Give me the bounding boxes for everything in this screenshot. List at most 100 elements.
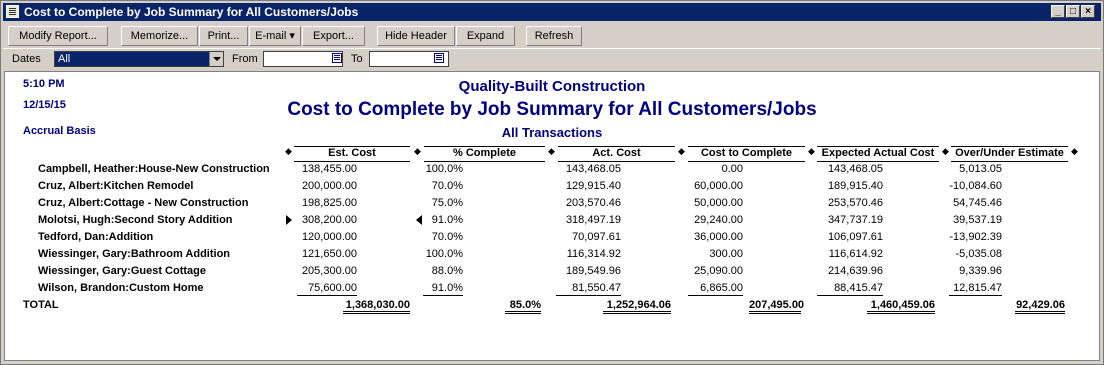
close-icon[interactable]: ×: [1081, 5, 1095, 18]
column-header-act-cost[interactable]: Act. Cost: [558, 146, 675, 162]
table-row[interactable]: Wiessinger, Gary:Guest Cottage 205,300.0…: [5, 263, 1099, 280]
cell-expected-actual-cost: 214,639.96: [827, 265, 883, 277]
cell-over-under: 54,745.46: [953, 197, 1002, 209]
cell-expected-actual-cost: 88,415.47: [817, 282, 883, 296]
report-toolbar: Modify Report... Memorize... Print... E-…: [3, 25, 1101, 47]
refresh-button[interactable]: Refresh: [526, 26, 582, 46]
row-job-name: Tedford, Dan:Addition: [38, 231, 154, 243]
row-job-name: Cruz, Albert:Kitchen Remodel: [38, 180, 194, 192]
cell-act-cost: 81,550.47: [556, 282, 621, 296]
cell-expected-actual-cost: 106,097.61: [827, 231, 883, 243]
row-marker-right-icon: [286, 215, 292, 225]
row-job-name: Wilson, Brandon:Custom Home: [38, 282, 204, 294]
cell-over-under: 12,815.47: [949, 282, 1002, 296]
hide-header-button[interactable]: Hide Header: [377, 26, 455, 46]
cell-pct-complete: 100.0%: [425, 248, 463, 260]
column-header-expected-actual-cost[interactable]: Expected Actual Cost: [817, 146, 939, 162]
column-diamond-icon[interactable]: ◆: [942, 146, 949, 157]
modify-report-button[interactable]: Modify Report...: [8, 26, 108, 46]
chevron-down-icon[interactable]: [209, 52, 223, 66]
cell-act-cost: 189,549.96: [565, 265, 621, 277]
cell-pct-complete: 88.0%: [431, 265, 463, 277]
report-title: Cost to Complete by Job Summary for All …: [287, 99, 817, 120]
table-row[interactable]: Campbell, Heather:House-New Construction…: [5, 161, 1099, 178]
cell-est-cost: 308,200.00: [301, 214, 357, 226]
total-over-under: 92,429.06: [1015, 299, 1065, 314]
print-button[interactable]: Print...: [199, 26, 248, 46]
total-label: TOTAL: [23, 299, 59, 311]
cell-pct-complete: 70.0%: [431, 180, 463, 192]
dates-label: Dates: [12, 53, 41, 65]
title-bar: Cost to Complete by Job Summary for All …: [3, 3, 1101, 21]
cell-cost-to-complete: 6,865.00: [688, 282, 743, 296]
column-diamond-icon[interactable]: ◆: [808, 146, 815, 157]
row-job-name: Molotsi, Hugh:Second Story Addition: [38, 214, 233, 226]
cell-pct-complete: 70.0%: [431, 231, 463, 243]
cell-act-cost: 203,570.46: [565, 197, 621, 209]
table-row[interactable]: Tedford, Dan:Addition 120,000.00 70.0% 7…: [5, 229, 1099, 246]
report-window-icon: [6, 5, 19, 18]
cell-cost-to-complete: 36,000.00: [694, 231, 743, 243]
calendar-icon[interactable]: [332, 53, 342, 63]
column-diamond-icon[interactable]: ◆: [414, 146, 421, 157]
column-header-over-under[interactable]: Over/Under Estimate: [951, 146, 1068, 162]
cell-expected-actual-cost: 189,915.40: [827, 180, 883, 192]
total-cost-to-complete: 207,495.00: [749, 299, 804, 314]
report-subtitle: All Transactions: [501, 125, 603, 140]
total-expected-actual-cost: 1,460,459.06: [867, 299, 935, 314]
cell-act-cost: 129,915.40: [565, 180, 621, 192]
cell-expected-actual-cost: 347,737.19: [827, 214, 883, 226]
table-row[interactable]: Cruz, Albert:Cottage - New Construction …: [5, 195, 1099, 212]
column-diamond-icon[interactable]: ◆: [678, 146, 685, 157]
restore-icon[interactable]: □: [1066, 5, 1080, 18]
cell-act-cost: 143,468.05: [565, 163, 621, 175]
column-header-est-cost[interactable]: Est. Cost: [294, 146, 410, 162]
cell-cost-to-complete: 25,090.00: [694, 265, 743, 277]
email-button[interactable]: E-mail ▾: [249, 26, 301, 46]
to-label: To: [351, 53, 363, 65]
row-job-name: Campbell, Heather:House-New Construction: [38, 163, 270, 175]
column-diamond-icon[interactable]: ◆: [285, 146, 292, 157]
dates-select[interactable]: All: [54, 51, 224, 67]
cell-est-cost: 121,650.00: [301, 248, 357, 260]
column-diamond-icon[interactable]: ◆: [548, 146, 555, 157]
cell-expected-actual-cost: 253,570.46: [827, 197, 883, 209]
column-header-cost-to-complete[interactable]: Cost to Complete: [688, 146, 805, 162]
cell-over-under: -13,902.39: [949, 231, 1002, 243]
cell-est-cost: 120,000.00: [301, 231, 357, 243]
column-header-pct-complete[interactable]: % Complete: [424, 146, 545, 162]
from-date-field[interactable]: [263, 51, 343, 67]
table-row[interactable]: Wiessinger, Gary:Bathroom Addition 121,6…: [5, 246, 1099, 263]
total-pct-complete: 85.0%: [505, 299, 541, 314]
cell-cost-to-complete: 300.00: [709, 248, 743, 260]
cell-pct-complete: 91.0%: [431, 214, 463, 226]
cell-est-cost: 205,300.00: [301, 265, 357, 277]
total-row[interactable]: TOTAL 1,368,030.00 85.0% 1,252,964.06 20…: [5, 297, 1099, 314]
cell-over-under: 39,537.19: [953, 214, 1002, 226]
table-row[interactable]: Wilson, Brandon:Custom Home 75,600.00 91…: [5, 280, 1099, 297]
minimize-icon[interactable]: _: [1051, 5, 1065, 18]
row-marker-left-icon: [416, 215, 422, 225]
cell-pct-complete: 91.0%: [423, 282, 463, 296]
cell-est-cost: 198,825.00: [301, 197, 357, 209]
row-job-name: Cruz, Albert:Cottage - New Construction: [38, 197, 249, 209]
total-est-cost: 1,368,030.00: [343, 299, 410, 314]
cell-over-under: 9,339.96: [959, 265, 1002, 277]
memorize-button[interactable]: Memorize...: [121, 26, 198, 46]
cell-act-cost: 116,314.92: [566, 248, 621, 260]
table-row[interactable]: Molotsi, Hugh:Second Story Addition 308,…: [5, 212, 1099, 229]
row-job-name: Wiessinger, Gary:Guest Cottage: [38, 265, 207, 277]
cell-expected-actual-cost: 116,614.92: [828, 248, 883, 260]
cell-cost-to-complete: 0.00: [721, 163, 743, 175]
table-row[interactable]: Cruz, Albert:Kitchen Remodel 200,000.00 …: [5, 178, 1099, 195]
cell-est-cost: 200,000.00: [301, 180, 357, 192]
calendar-icon[interactable]: [434, 53, 444, 63]
cell-act-cost: 318,497.19: [565, 214, 621, 226]
expand-button[interactable]: Expand: [456, 26, 515, 46]
cell-cost-to-complete: 29,240.00: [694, 214, 743, 226]
column-diamond-icon[interactable]: ◆: [1071, 146, 1078, 157]
cell-over-under: 5,013.05: [959, 163, 1002, 175]
export-button[interactable]: Export...: [302, 26, 365, 46]
dates-value: All: [58, 53, 71, 65]
report-window: Cost to Complete by Job Summary for All …: [0, 0, 1104, 365]
